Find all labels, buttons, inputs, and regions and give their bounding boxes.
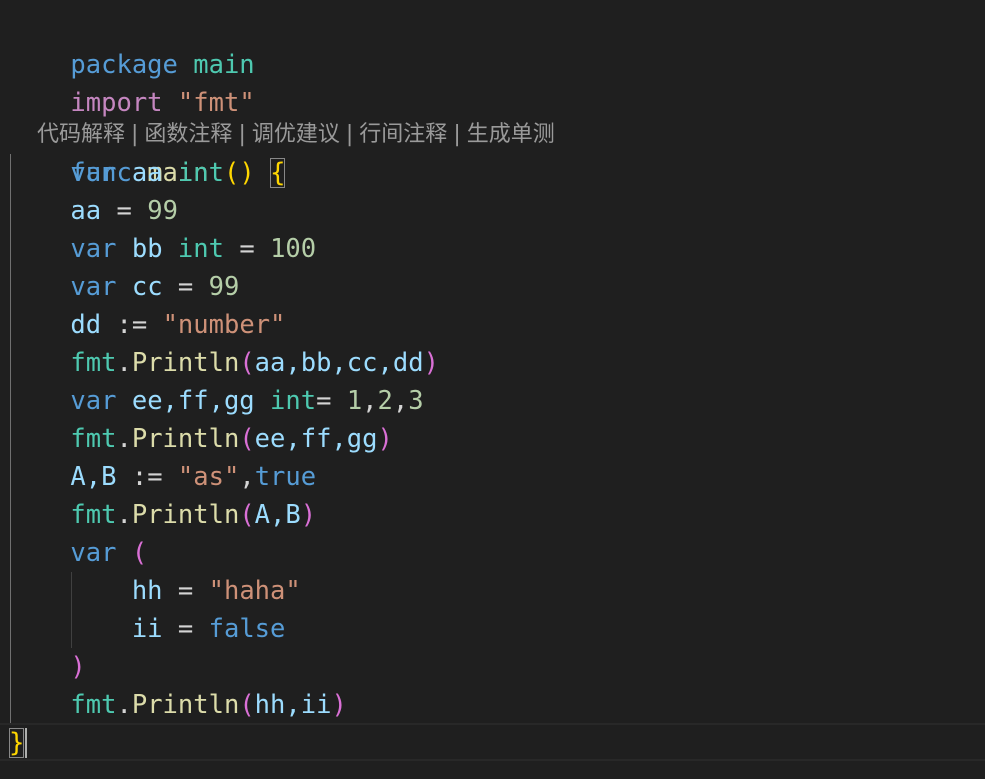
open-paren: ( xyxy=(239,348,255,378)
code-line[interactable]: import "fmt" xyxy=(9,46,254,118)
number-literal: 1 xyxy=(346,386,363,416)
open-brace: { xyxy=(270,158,286,188)
code-line[interactable]: ii = false xyxy=(9,610,286,648)
identifier: aa xyxy=(131,158,163,188)
number-literal: 3 xyxy=(408,386,424,416)
code-line[interactable]: func main () { xyxy=(9,116,286,188)
call-arguments: hh,ii xyxy=(254,690,332,720)
number-literal: 99 xyxy=(208,272,240,302)
package-ref: fmt xyxy=(70,690,117,720)
code-line[interactable]: dd := "number" xyxy=(9,306,285,344)
code-line[interactable]: fmt.Println(ee,ff,gg) xyxy=(9,420,393,458)
operator: = xyxy=(239,234,255,264)
code-line[interactable]: var ee,ff,gg int= 1,2,3 xyxy=(9,382,424,420)
package-ref: fmt xyxy=(70,348,117,378)
keyword: var xyxy=(70,272,117,302)
identifier: dd xyxy=(70,310,102,340)
package-ref: fmt xyxy=(70,424,117,454)
identifier: ii xyxy=(131,614,163,644)
code-editor[interactable]: package main import "fmt" 代码解释 | 函数注释 | 调优建议… xyxy=(0,0,985,779)
code-line[interactable]: fmt.Println(A,B) xyxy=(9,496,316,534)
operator: = xyxy=(177,576,194,606)
identifier-list: A,B xyxy=(70,462,117,492)
string-literal: "haha" xyxy=(208,576,301,606)
function-call: Println xyxy=(131,690,240,720)
open-paren: ( xyxy=(239,424,255,454)
close-paren: ) xyxy=(300,500,317,530)
operator: = xyxy=(177,272,194,302)
codelens-separator: | xyxy=(345,122,354,147)
code-line[interactable]: fmt.Println(hh,ii) xyxy=(9,686,347,724)
code-line[interactable]: ) xyxy=(9,648,86,686)
string-literal: "as" xyxy=(177,462,240,492)
open-paren: ( xyxy=(239,690,255,720)
type: int xyxy=(177,158,224,188)
close-paren: ) xyxy=(70,652,86,682)
codelens-bar: 代码解释 | 函数注释 | 调优建议 | 行间注释 | 生成单测 xyxy=(9,84,555,147)
keyword: var xyxy=(70,386,117,416)
open-paren: ( xyxy=(239,500,255,530)
bool-literal: true xyxy=(254,462,317,492)
number-literal: 100 xyxy=(270,234,317,264)
current-line-highlight xyxy=(0,723,985,761)
package-ref: fmt xyxy=(70,500,117,530)
code-line[interactable]: var aa int xyxy=(9,154,224,192)
operator: := xyxy=(131,462,163,492)
open-paren: ( xyxy=(131,538,148,568)
function-call: Println xyxy=(131,348,240,378)
parens: () xyxy=(223,158,255,188)
call-arguments: A,B xyxy=(254,500,301,530)
code-line[interactable]: aa = 99 xyxy=(9,192,178,230)
function-call: Println xyxy=(131,424,240,454)
close-paren: ) xyxy=(331,690,347,720)
identifier-list: ee,ff,gg xyxy=(131,386,255,416)
type: int xyxy=(177,234,224,264)
operator: := xyxy=(116,310,148,340)
string-literal: "number" xyxy=(162,310,286,340)
code-line[interactable]: var cc = 99 xyxy=(9,268,239,306)
code-line[interactable]: A,B := "as",true xyxy=(9,458,316,496)
code-line[interactable]: } xyxy=(9,724,25,762)
keyword: var xyxy=(70,538,117,568)
close-paren: ) xyxy=(377,424,393,454)
text-cursor xyxy=(25,728,27,758)
code-line[interactable]: package main xyxy=(9,8,254,80)
keyword: var xyxy=(70,158,117,188)
identifier: bb xyxy=(131,234,163,264)
code-line[interactable]: var bb int = 100 xyxy=(9,230,316,268)
code-line[interactable]: fmt.Println(aa,bb,cc,dd) xyxy=(9,344,439,382)
identifier: hh xyxy=(131,576,163,606)
close-brace: } xyxy=(9,728,25,758)
operator: = xyxy=(316,386,332,416)
keyword: var xyxy=(70,234,117,264)
identifier: aa xyxy=(70,196,102,226)
identifier: cc xyxy=(131,272,163,302)
code-line[interactable]: hh = "haha" xyxy=(9,572,301,610)
operator: = xyxy=(116,196,132,226)
bool-literal: false xyxy=(208,614,286,644)
codelens-generate-unit-test[interactable]: 生成单测 xyxy=(467,122,555,147)
type: int xyxy=(270,386,317,416)
codelens-separator: | xyxy=(453,122,461,147)
number-literal: 2 xyxy=(377,386,393,416)
codelens-inline-comment[interactable]: 行间注释 xyxy=(359,122,447,147)
call-arguments: aa,bb,cc,dd xyxy=(254,348,424,378)
number-literal: 99 xyxy=(147,196,178,226)
operator: = xyxy=(177,614,194,644)
code-line[interactable]: var ( xyxy=(9,534,147,572)
function-call: Println xyxy=(131,500,240,530)
close-paren: ) xyxy=(423,348,439,378)
call-arguments: ee,ff,gg xyxy=(254,424,378,454)
